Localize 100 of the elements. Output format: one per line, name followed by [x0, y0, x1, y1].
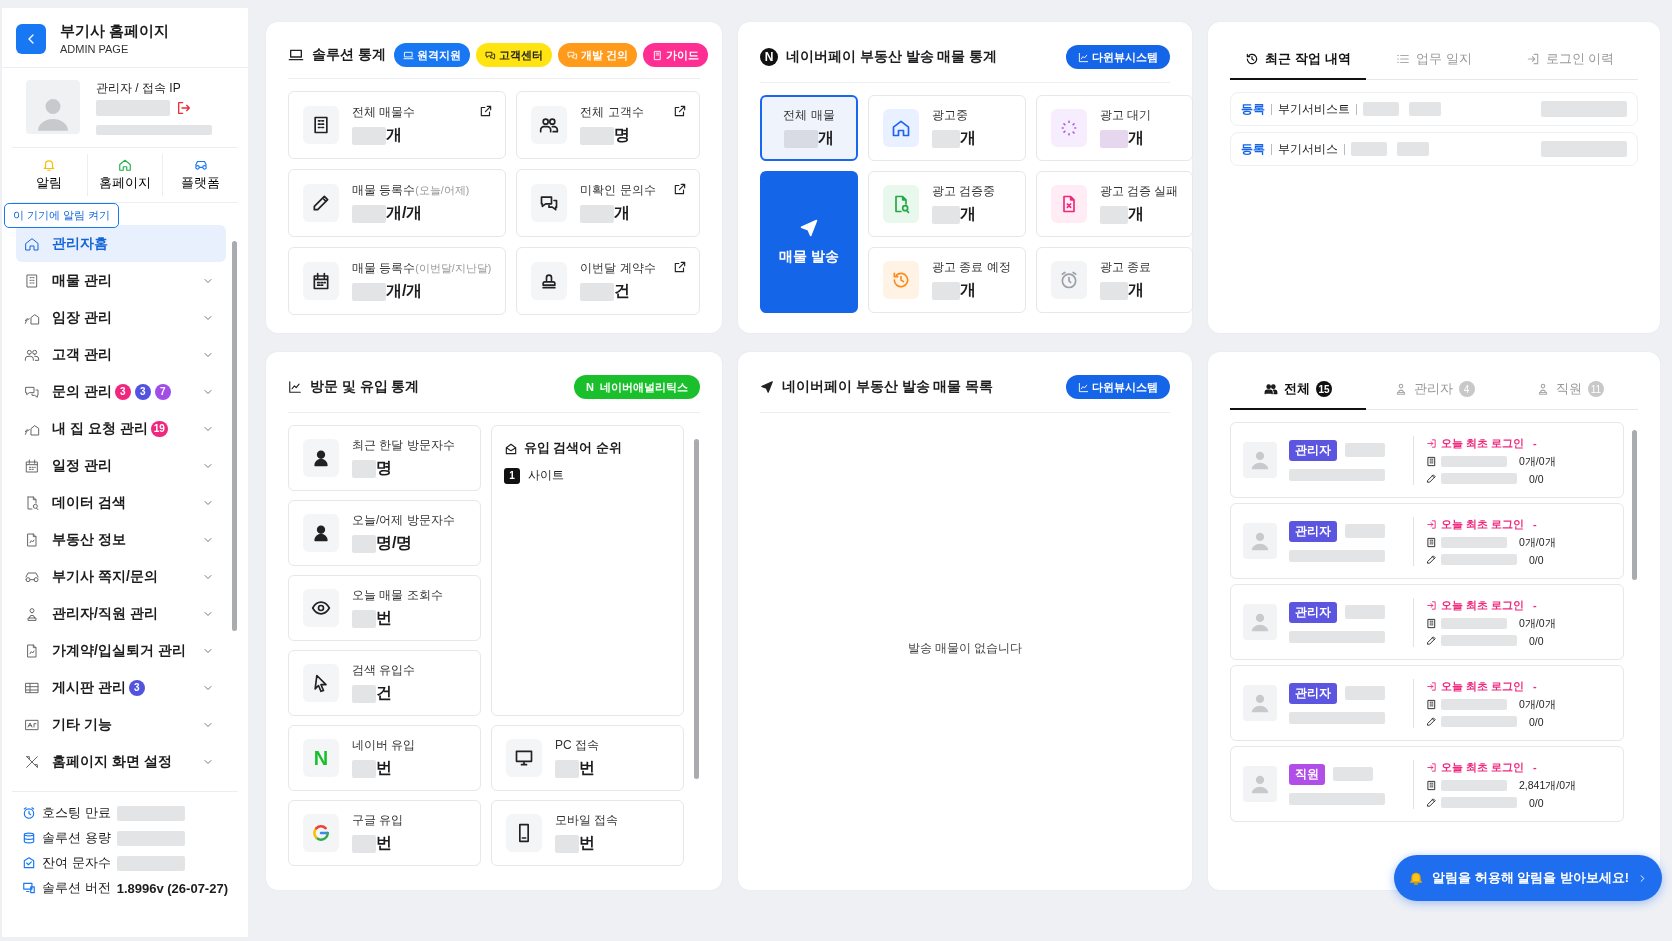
menu-label: 데이터 검색: [52, 493, 126, 512]
devices-icon: [22, 881, 36, 895]
stat-label: 매물 등록수(오늘/어제): [352, 182, 470, 199]
monitor-icon: [506, 739, 542, 777]
phone-icon: [506, 814, 542, 852]
activity-row[interactable]: 등록 부기서비스: [1230, 132, 1638, 166]
stat-card[interactable]: 매물 등록수(오늘/어제) 개/개: [288, 169, 507, 237]
menu-item[interactable]: 관리자/직원 관리: [16, 595, 226, 632]
document-search-icon: [883, 185, 919, 223]
login-icon: [1525, 52, 1540, 66]
link-button[interactable]: 고객센터: [475, 43, 552, 67]
count-badge: 3: [114, 383, 131, 400]
building-icon: [1426, 456, 1437, 467]
member-card[interactable]: 직원 오늘 최초 로그인 - 2,841개/0개 0/0: [1230, 746, 1624, 822]
panel-title: 솔루션 통계: [312, 46, 386, 64]
member-card[interactable]: 관리자 오늘 최초 로그인 - 0개/0개 0/0: [1230, 422, 1624, 498]
quick-nav-button[interactable]: 알림: [12, 154, 88, 196]
stat-card[interactable]: 전체 매물수 개: [288, 91, 507, 159]
panel-title: 네이버페이 부동산 발송 매물 목록: [782, 378, 993, 396]
menu-item[interactable]: 기타 기능: [16, 706, 226, 743]
stat-card[interactable]: 광고 검증 실패 개: [1035, 171, 1194, 237]
member-card[interactable]: 관리자 오늘 최초 로그인 - 0개/0개 0/0: [1230, 503, 1624, 579]
logout-icon[interactable]: [176, 100, 192, 116]
menu-item[interactable]: 고객 관리: [16, 336, 226, 373]
menu-item[interactable]: 매물 관리: [16, 262, 226, 299]
stat-card[interactable]: 광고 검증중 개: [868, 171, 1026, 237]
menu-item[interactable]: 게시판 관리 3: [16, 669, 226, 706]
stat-card[interactable]: 매물 등록수(이번달/지난달) 개/개: [288, 247, 507, 315]
member-card[interactable]: 관리자 오늘 최초 로그인 - 0개/0개 0/0: [1230, 665, 1624, 741]
login-icon: [1426, 437, 1437, 449]
stat-label: 광고 검증중: [932, 183, 996, 200]
document-icon: [651, 49, 663, 61]
stat-card[interactable]: 광고 대기 개: [1035, 95, 1194, 161]
post-count: 0/0: [1529, 715, 1544, 728]
login-label: 오늘 최초 로그인: [1441, 435, 1526, 451]
stat-label: 광고 검증 실패: [1099, 183, 1179, 200]
back-button[interactable]: [16, 23, 46, 54]
menu-label: 부동산 정보: [52, 530, 126, 549]
redacted-value: [352, 282, 386, 301]
stat-card[interactable]: 미확인 문의수 개: [516, 169, 700, 237]
menu-item[interactable]: 홈페이지 화면 설정: [16, 743, 226, 780]
stat-card[interactable]: 광고 종료 예정 개: [868, 247, 1026, 313]
member-card[interactable]: 관리자 오늘 최초 로그인 - 0개/0개 0/0: [1230, 584, 1624, 660]
stat-card[interactable]: 전체 매물 개: [760, 95, 858, 161]
stat-card[interactable]: 광고 종료 개: [1035, 247, 1194, 313]
send-button[interactable]: 매물 발송: [760, 171, 858, 313]
stat-unit: 개/개: [386, 281, 423, 301]
listing-count: 0개/0개: [1519, 697, 1556, 712]
stat-label: 모바일 접속: [555, 812, 619, 829]
external-link-icon[interactable]: [673, 182, 687, 196]
stat-card[interactable]: PC 접속 번: [491, 725, 684, 791]
stat-card[interactable]: 전체 고객수 명: [516, 91, 700, 159]
tab[interactable]: 최근 작업 내역: [1230, 40, 1366, 80]
redacted-value: [352, 834, 376, 853]
quick-nav-button[interactable]: 홈페이지: [87, 154, 164, 196]
building-icon: [24, 272, 40, 289]
stat-card[interactable]: 모바일 접속 번: [491, 800, 684, 866]
stat-card[interactable]: 구글 유입 번: [288, 800, 481, 866]
menu-item[interactable]: 관리자홈: [16, 225, 226, 262]
menu-item[interactable]: 내 집 요청 관리 19: [16, 410, 226, 447]
avatar: [1243, 604, 1277, 640]
role-badge: 관리자: [1289, 520, 1337, 542]
menu-item[interactable]: 부기사 쪽지/문의: [16, 558, 226, 595]
menu-item[interactable]: 일정 관리: [16, 447, 226, 484]
menu-item[interactable]: 문의 관리 3 3 7: [16, 373, 226, 410]
stamp-icon: [531, 262, 568, 300]
menu-label: 게시판 관리: [52, 678, 126, 697]
redacted-value: [352, 759, 376, 778]
stat-label: 광고 종료: [1099, 259, 1151, 276]
menu-item[interactable]: 가계약/입실퇴거 관리: [16, 632, 226, 669]
stat-card[interactable]: 오늘 매물 조회수 번: [288, 575, 481, 641]
stat-card[interactable]: 이번달 계약수 건: [516, 247, 700, 315]
stat-card[interactable]: 광고중 개: [868, 95, 1026, 161]
stat-unit: 번: [376, 833, 392, 853]
document-icon: [24, 531, 40, 548]
external-link-icon[interactable]: [673, 104, 687, 118]
redacted-value: [352, 204, 386, 223]
menu-item[interactable]: 데이터 검색: [16, 484, 226, 521]
menu-label: 일정 관리: [52, 456, 112, 475]
link-button[interactable]: 원격지원: [393, 43, 470, 67]
stat-card[interactable]: 오늘/어제 방문자수 명/명: [288, 500, 481, 566]
link-button[interactable]: 다윈뷰시스템: [1066, 375, 1170, 399]
menu-item[interactable]: 부동산 정보: [16, 521, 226, 558]
activity-row[interactable]: 등록 부기서비스트: [1230, 92, 1638, 126]
keyword[interactable]: 사이트: [528, 467, 564, 484]
quick-nav-button[interactable]: 플랫폼: [163, 154, 238, 196]
notification-prompt[interactable]: 알림을 허용해 알림을 받아보세요!: [1394, 855, 1662, 901]
external-link-icon[interactable]: [479, 104, 494, 118]
cursor-icon: [303, 664, 339, 702]
avatar: [26, 80, 80, 134]
tab[interactable]: 전체 15: [1230, 370, 1366, 410]
stat-label: 최근 한달 방문자수: [352, 437, 455, 454]
stat-card[interactable]: 검색 유입수 건: [288, 650, 481, 716]
redacted-value: [1333, 767, 1373, 781]
external-link-icon[interactable]: [673, 260, 687, 274]
stat-card[interactable]: 최근 한달 방문자수 명: [288, 425, 481, 491]
calendar-icon: [24, 457, 40, 474]
menu-item[interactable]: 임장 관리: [16, 299, 226, 336]
stat-card[interactable]: N 네이버 유입 번: [288, 725, 481, 791]
link-button[interactable]: 다윈뷰시스템: [1066, 45, 1170, 69]
